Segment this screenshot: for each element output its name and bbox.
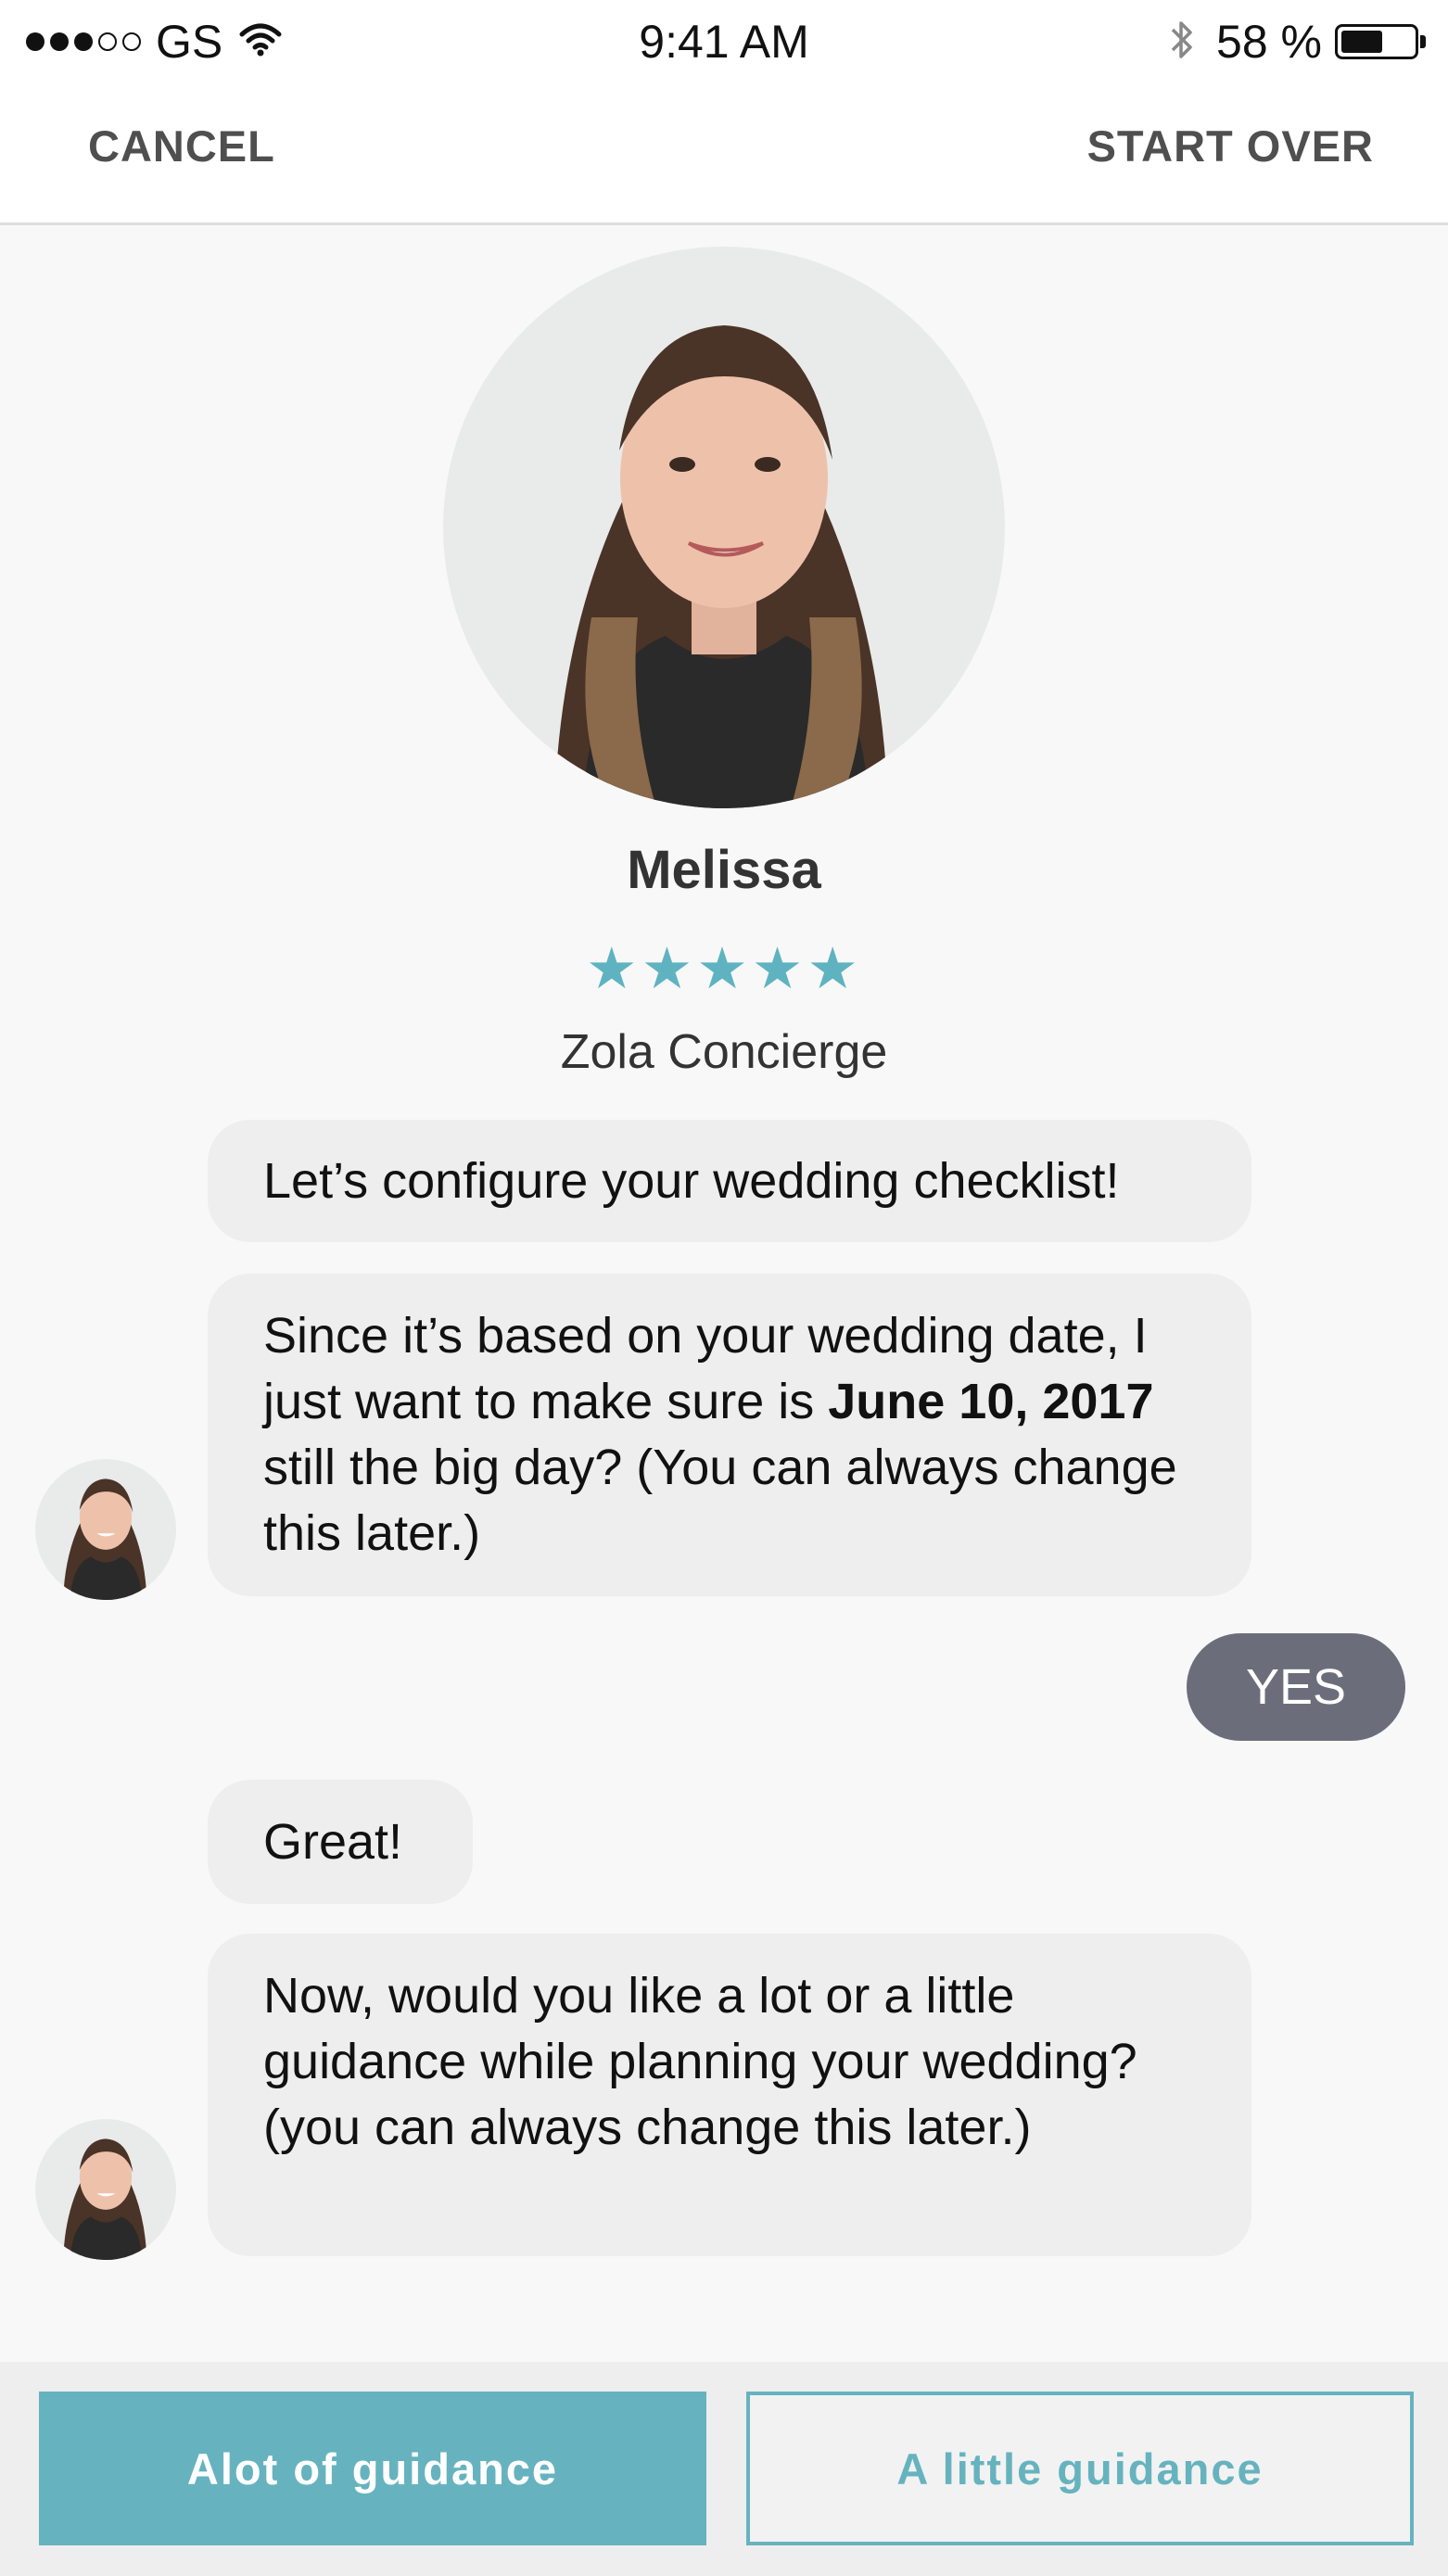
battery-icon	[1335, 24, 1418, 59]
start-over-button[interactable]: START OVER	[1087, 121, 1374, 171]
bluetooth-icon	[1170, 17, 1194, 68]
message-text: Great!	[263, 1813, 403, 1870]
user-reply-bubble: YES	[1187, 1633, 1405, 1741]
a-little-guidance-button[interactable]: A little guidance	[746, 2392, 1414, 2545]
agent-avatar-small	[35, 2119, 176, 2260]
button-label: Alot of guidance	[186, 2443, 559, 2494]
battery-percent: 58 %	[1216, 16, 1322, 68]
message-text: Now, would you like a lot or a little gu…	[263, 1968, 1137, 2155]
cancel-button[interactable]: CANCEL	[88, 121, 275, 171]
top-bar: GS 9:41 AM 58 % CANCEL START OVER	[0, 0, 1448, 225]
battery-cap	[1420, 35, 1426, 48]
alot-of-guidance-button[interactable]: Alot of guidance	[39, 2392, 706, 2545]
rating-stars: ★★★★★	[586, 937, 862, 1001]
chat-bubble-agent: Let’s configure your wedding checklist!	[208, 1120, 1251, 1242]
agent-avatar	[443, 247, 1005, 808]
chat-bubble-agent: Great!	[208, 1780, 473, 1904]
battery-fill	[1341, 31, 1382, 53]
reply-text: YES	[1245, 1659, 1347, 1715]
message-text: Let’s configure your wedding checklist!	[263, 1152, 1120, 1209]
chat-bubble-agent: Now, would you like a lot or a little gu…	[208, 1934, 1251, 2256]
agent-name: Melissa	[627, 840, 821, 900]
status-right: 58 %	[1170, 13, 1426, 70]
agent-role: Zola Concierge	[560, 1025, 888, 1079]
chat-bubble-agent: Since it’s based on your wedding date, I…	[208, 1274, 1251, 1596]
message-text-part2: still the big day? (You can always chang…	[263, 1440, 1177, 1561]
wedding-date: June 10, 2017	[828, 1374, 1154, 1429]
button-label: A little guidance	[896, 2443, 1264, 2494]
agent-avatar-small	[35, 1459, 176, 1600]
